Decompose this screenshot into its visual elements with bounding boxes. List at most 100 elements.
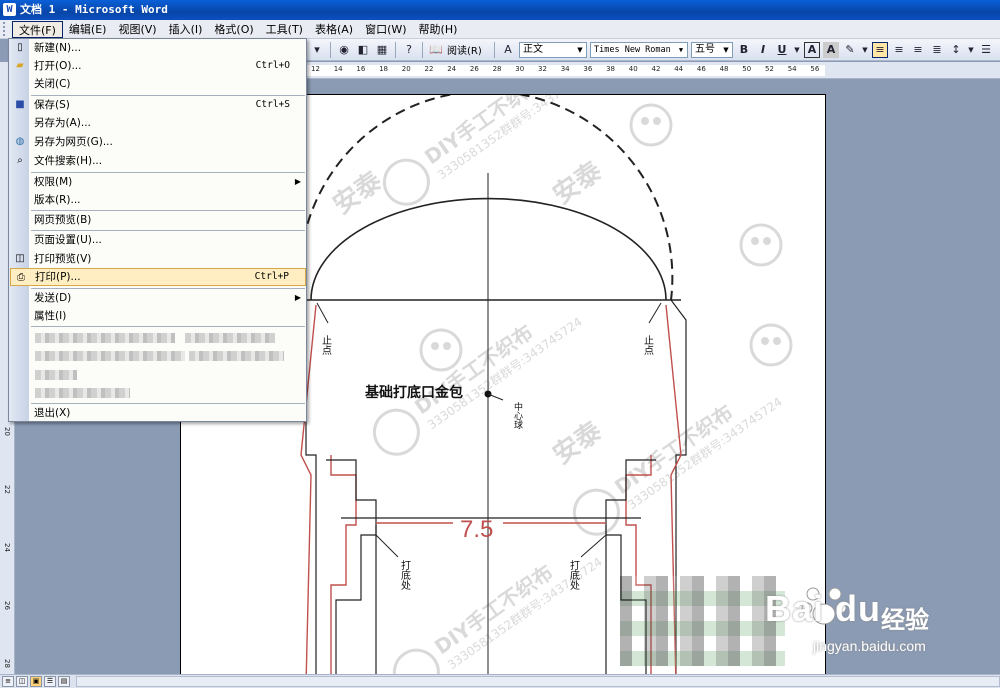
line-spacing-icon[interactable]: ↕ (948, 42, 964, 58)
numbering-icon[interactable]: ☰ (978, 42, 994, 58)
reading-layout-button[interactable]: 阅读(R) (447, 42, 489, 57)
toolbar-separator (494, 41, 495, 58)
justify-icon[interactable]: ≣ (929, 42, 945, 58)
menu-item-print[interactable]: ⎙ 打印(P)... Ctrl+P (10, 268, 306, 286)
label-stop-left: 止点 (320, 335, 332, 356)
chevron-down-icon[interactable]: ▼ (967, 42, 975, 58)
style-select-value: 正文 (523, 43, 543, 55)
menu-item-permission[interactable]: 权限(M) ▶ (10, 173, 306, 191)
menu-item-web-preview[interactable]: 网页预览(B) (10, 211, 306, 229)
bold-button[interactable]: B (736, 42, 752, 58)
char-shading-button[interactable]: A (823, 41, 839, 58)
horizontal-ruler[interactable]: 12 14 16 18 20 22 24 26 28 30 32 34 36 38 40 42 44 46 48 50… (305, 62, 1000, 79)
menu-file[interactable]: 文件(F) (12, 20, 63, 38)
research-icon[interactable]: ◉ (336, 42, 352, 58)
label-center: 中心球 (512, 401, 523, 429)
view-bar: ≡ ◫ ▣ ☰ ▤ (0, 674, 1000, 688)
menu-item-label: 另存为网页(G)... (34, 136, 113, 148)
menu-item-label: 发送(D) (34, 292, 72, 304)
ruler-tick-label: 28 (492, 65, 502, 73)
menu-item-label: 保存(S) (34, 99, 70, 111)
recent-file-blurred[interactable] (35, 370, 77, 380)
menu-item-label: 打印预览(V) (34, 253, 92, 265)
underline-button[interactable]: U (774, 42, 790, 58)
dropdown-arrow-icon[interactable]: ▾ (309, 42, 325, 58)
font-size-select[interactable]: 五号 ▼ (691, 41, 733, 58)
print-view-icon[interactable]: ▣ (30, 676, 42, 687)
ruler-tick-label: 36 (583, 65, 593, 73)
reading-book-icon[interactable]: 📖 (428, 42, 444, 58)
chevron-down-icon: ▼ (678, 45, 684, 54)
menu-format[interactable]: 格式(O) (208, 21, 259, 38)
style-select[interactable]: 正文 ▼ (519, 41, 587, 58)
recent-file-blurred[interactable] (35, 333, 175, 343)
recent-file-blurred[interactable] (35, 388, 130, 398)
new-doc-icon: ▯ (17, 42, 23, 53)
menu-table[interactable]: 表格(A) (309, 21, 359, 38)
ruler-tick-label: 16 (356, 65, 366, 73)
menu-separator (31, 326, 305, 327)
shortcut-label: Ctrl+P (254, 271, 289, 282)
menu-item-label: 打印(P)... (35, 271, 81, 283)
table-icon[interactable]: ▦ (374, 42, 390, 58)
ruler-tick-label: 40 (628, 65, 638, 73)
menu-item-new[interactable]: ▯ 新建(N)... (10, 39, 306, 57)
align-right-icon[interactable]: ≡ (910, 42, 926, 58)
recent-file-blurred[interactable] (185, 333, 275, 343)
menu-window[interactable]: 窗口(W) (359, 21, 412, 38)
menu-item-file-search[interactable]: ⌕ 文件搜索(H)... (10, 152, 306, 170)
toolbar-separator (422, 41, 423, 58)
drawing-icon[interactable]: ◧ (355, 42, 371, 58)
menu-item-print-preview[interactable]: ◫ 打印预览(V) (10, 250, 306, 268)
reading-view-icon[interactable]: ▤ (58, 676, 70, 687)
web-view-icon[interactable]: ◫ (16, 676, 28, 687)
menu-item-save-web[interactable]: ◍ 另存为网页(G)... (10, 133, 306, 151)
ruler-tick-label: 56 (810, 65, 820, 73)
styles-pane-icon[interactable]: A (500, 42, 516, 58)
char-border-button[interactable]: A (804, 41, 820, 58)
tab-left (326, 459, 377, 674)
recent-file-blurred[interactable] (35, 351, 185, 361)
horizontal-scrollbar[interactable] (76, 676, 1000, 687)
menu-item-open[interactable]: ▰ 打开(O)... Ctrl+O (10, 57, 306, 75)
menu-item-save[interactable]: ■ 保存(S) Ctrl+S (10, 96, 306, 114)
menu-item-label: 关闭(C) (34, 78, 71, 90)
menu-item-exit[interactable]: 退出(X) (10, 404, 306, 422)
align-left-icon[interactable]: ≡ (872, 41, 888, 58)
ruler-tick-label: 54 (787, 65, 797, 73)
recent-file-blurred[interactable] (189, 351, 284, 361)
menu-bar: 文件(F) 编辑(E) 视图(V) 插入(I) 格式(O) 工具(T) 表格(A… (0, 20, 1000, 39)
outline-view-icon[interactable]: ☰ (44, 676, 56, 687)
submenu-arrow-icon: ▶ (294, 293, 301, 302)
menu-item-page-setup[interactable]: 页面设置(U)... (10, 231, 306, 249)
font-select[interactable]: Times New Roman ▼ (590, 41, 688, 58)
menu-help[interactable]: 帮助(H) (413, 21, 464, 38)
menu-item-close[interactable]: 关闭(C) (10, 75, 306, 93)
label-stop-right: 止点 (642, 335, 654, 356)
help-icon[interactable]: ? (401, 42, 417, 58)
normal-view-icon[interactable]: ≡ (2, 676, 14, 687)
menu-item-label: 版本(R)... (34, 194, 81, 206)
menu-tools[interactable]: 工具(T) (260, 21, 309, 38)
menu-item-versions[interactable]: 版本(R)... (10, 191, 306, 209)
vruler-tick-label: 20 (3, 427, 11, 436)
align-center-icon[interactable]: ≡ (891, 42, 907, 58)
italic-button[interactable]: I (755, 42, 771, 58)
label-title: 基础打底口金包 (365, 384, 463, 401)
menu-item-send[interactable]: 发送(D) ▶ (10, 289, 306, 307)
menu-grip-handle[interactable] (3, 22, 9, 36)
toolbar-separator (395, 41, 396, 58)
menu-item-properties[interactable]: 属性(I) (10, 307, 306, 325)
word-app-icon[interactable]: W (3, 3, 16, 16)
vruler-tick-label: 22 (3, 485, 11, 494)
ruler-tick-label: 22 (424, 65, 434, 73)
menu-item-save-as[interactable]: 另存为(A)... (10, 114, 306, 132)
highlight-icon[interactable]: ✎ (842, 42, 858, 58)
menu-insert[interactable]: 插入(I) (163, 21, 209, 38)
chevron-down-icon[interactable]: ▼ (861, 42, 869, 58)
menu-view[interactable]: 视图(V) (112, 21, 162, 38)
menu-edit[interactable]: 编辑(E) (63, 21, 113, 38)
ruler-tick-label: 14 (333, 65, 343, 73)
shortcut-label: Ctrl+O (255, 60, 290, 71)
chevron-down-icon[interactable]: ▼ (793, 42, 801, 58)
